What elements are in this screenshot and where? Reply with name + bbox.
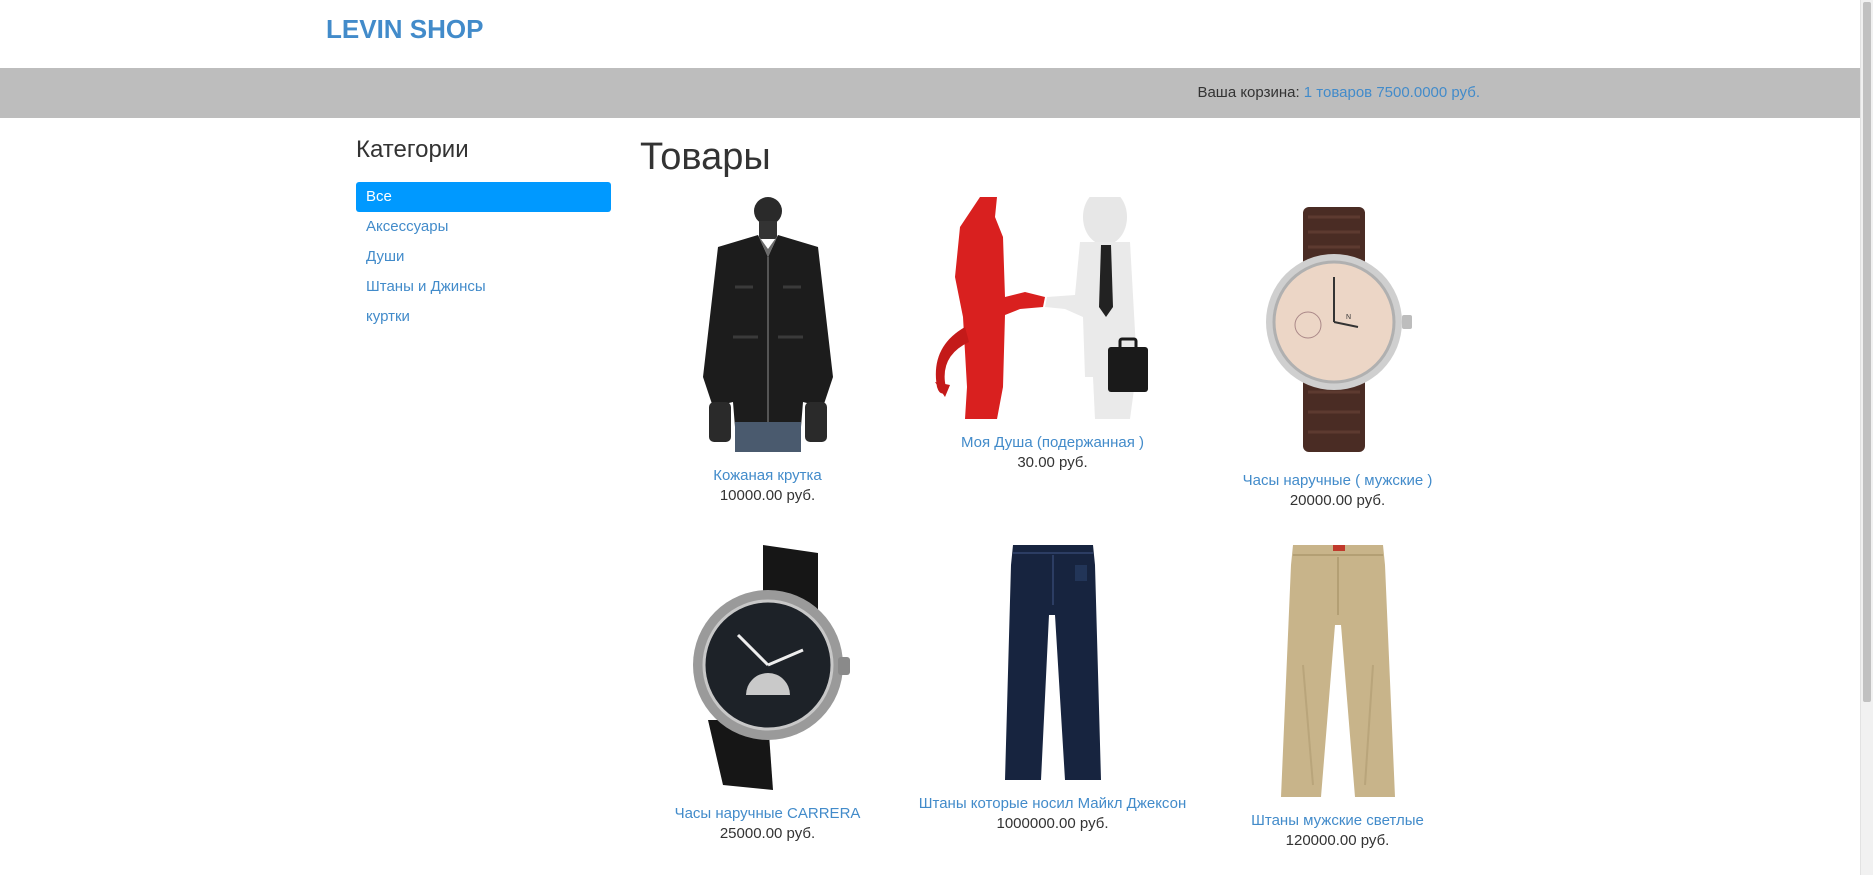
cart-label: Ваша корзина: <box>1197 84 1300 101</box>
product-card: Штаны которые носил Майкл Джексон 100000… <box>910 545 1195 834</box>
cart-bar: Ваша корзина: 1 товаров 7500.0000 руб. <box>0 68 1860 118</box>
category-item-pants-jeans[interactable]: Штаны и Джинсы <box>356 272 611 302</box>
cart-info: Ваша корзина: 1 товаров 7500.0000 руб. <box>1197 84 1480 101</box>
scrollbar-thumb[interactable] <box>1863 2 1871 702</box>
svg-text:N: N <box>1346 314 1351 321</box>
product-name-link[interactable]: Часы наручные ( мужские ) <box>1195 471 1480 491</box>
product-price: 25000.00 руб. <box>719 825 816 842</box>
product-card: Кожаная крутка 10000.00 руб. <box>625 197 910 506</box>
product-image-link[interactable]: N <box>1195 197 1480 457</box>
cart-summary-link[interactable]: 1 товаров 7500.0000 руб. <box>1304 84 1480 101</box>
category-item-souls[interactable]: Души <box>356 242 611 272</box>
khaki-pants-image <box>1280 545 1395 797</box>
page: LEVIN SHOP Ваша корзина: 1 товаров 7500.… <box>0 0 1873 875</box>
product-image-link[interactable] <box>1195 545 1480 797</box>
product-card: N Часы наручные ( мужские ) 20000.00 руб… <box>1195 197 1480 511</box>
product-name-link[interactable]: Штаны которые носил Майкл Джексон <box>910 794 1195 814</box>
product-price: 1000000.00 руб. <box>996 815 1109 832</box>
category-item-jackets[interactable]: куртки <box>356 302 611 332</box>
page-title: Товары <box>640 136 771 178</box>
category-list: Все Аксессуары Души Штаны и Джинсы куртк… <box>356 182 611 332</box>
dark-jeans-image <box>1004 545 1101 780</box>
product-price: 120000.00 руб. <box>1285 832 1390 849</box>
product-price: 30.00 руб. <box>1017 454 1088 471</box>
product-price: 10000.00 руб. <box>719 487 816 504</box>
product-card: Часы наручные CARRERA 25000.00 руб. <box>625 545 910 844</box>
product-image-link[interactable] <box>625 197 910 452</box>
sidebar-title: Категории <box>356 136 469 163</box>
brown-watch-image: N <box>1265 207 1412 452</box>
product-card: Моя Душа (подержанная ) 30.00 руб. <box>910 197 1195 473</box>
category-item-all[interactable]: Все <box>356 182 611 212</box>
devil-handshake-image <box>925 197 1180 419</box>
page-scrollbar[interactable] <box>1860 0 1873 875</box>
product-image-link[interactable] <box>910 545 1195 780</box>
product-name-link[interactable]: Часы наручные CARRERA <box>625 804 910 824</box>
product-name-link[interactable]: Кожаная крутка <box>625 466 910 486</box>
product-price: 20000.00 руб. <box>1289 492 1386 509</box>
product-card: Штаны мужские светлые 120000.00 руб. <box>1195 545 1480 851</box>
categories-sidebar: Категории Все Аксессуары Души Штаны и Дж… <box>356 136 611 332</box>
product-image-link[interactable] <box>910 197 1195 419</box>
product-image-link[interactable] <box>625 545 910 790</box>
product-name-link[interactable]: Штаны мужские светлые <box>1195 811 1480 831</box>
category-item-accessories[interactable]: Аксессуары <box>356 212 611 242</box>
product-name-link[interactable]: Моя Душа (подержанная ) <box>910 433 1195 453</box>
brand-logo-link[interactable]: LEVIN SHOP <box>326 14 483 45</box>
leather-jacket-image <box>702 197 833 452</box>
black-watch-image <box>692 545 850 790</box>
header: LEVIN SHOP <box>0 0 1860 68</box>
